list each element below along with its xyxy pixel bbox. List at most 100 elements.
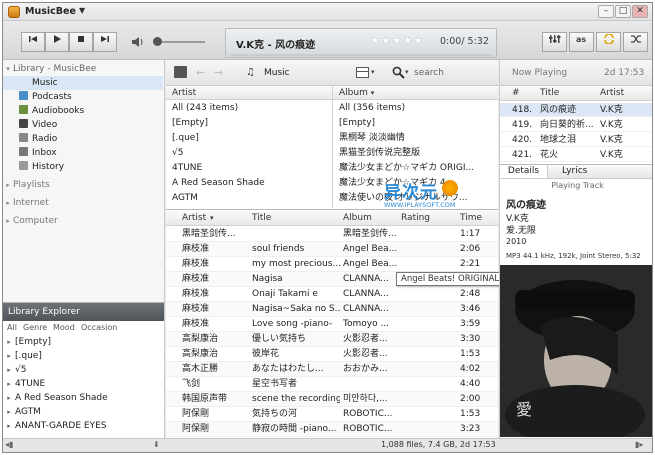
column-header-number[interactable]: # bbox=[512, 86, 520, 100]
table-row[interactable]: 高木正勝 あなたはわたし... おおかみ... 4:02 bbox=[166, 362, 498, 377]
list-item[interactable]: 黑猫圣剑传说完整版 bbox=[333, 147, 498, 160]
list-item[interactable]: AGTM bbox=[166, 192, 332, 205]
list-item[interactable]: 4TUNE bbox=[166, 162, 332, 175]
list-item[interactable]: All (356 items) bbox=[333, 102, 498, 115]
table-row[interactable]: 麻枝准 Love song -piano- Tomoyo ... 3:59 bbox=[166, 317, 498, 332]
sidebar-item-music[interactable]: Music bbox=[3, 76, 163, 90]
repeat-button[interactable] bbox=[596, 32, 621, 52]
musicbee-logo-icon[interactable] bbox=[8, 6, 20, 18]
volume-icon[interactable] bbox=[131, 35, 145, 52]
table-row[interactable]: 高梨康治 彼岸花 火影忍者... 1:53 bbox=[166, 347, 498, 362]
rating-stars[interactable]: ★★★★★ bbox=[370, 34, 424, 47]
table-row[interactable]: 阿保剛 気持ちの河 ROBOTIC... 1:53 bbox=[166, 407, 498, 422]
table-row[interactable]: 黑暗圣剑传... 黑暗圣剑传... 1:17 bbox=[166, 227, 498, 242]
table-row[interactable]: 麻枝准 my most precious... Angel Bea... 2:21 bbox=[166, 257, 498, 272]
list-item[interactable]: ▸ A Red Season Shade bbox=[3, 392, 164, 404]
expand-arrow-icon[interactable]: ▸ bbox=[3, 420, 15, 432]
expand-arrow-icon[interactable]: ▸ bbox=[3, 392, 15, 404]
right-panel-toggle-icon[interactable]: ▮▸ bbox=[635, 440, 643, 449]
sidebar-item-video[interactable]: Video bbox=[3, 118, 163, 132]
table-row[interactable]: 麻枝准 Onaji Takami e CLANNA... 2:48 bbox=[166, 287, 498, 302]
back-arrow-icon[interactable]: ← bbox=[196, 66, 205, 79]
sidebar-item-inbox[interactable]: Inbox bbox=[3, 146, 163, 160]
left-panel-toggle-icon[interactable]: ◂▮ bbox=[5, 440, 13, 449]
sidebar-section-computer[interactable]: ▸ Computer bbox=[3, 214, 163, 228]
table-row[interactable]: 麻枝准 Nagisa~Saka no S... CLANNA... 3:46 bbox=[166, 302, 498, 317]
column-header-artist[interactable]: Artist bbox=[182, 211, 206, 225]
volume-slider-knob[interactable] bbox=[153, 37, 162, 46]
sidebar-item-history[interactable]: History bbox=[3, 160, 163, 174]
list-item[interactable]: [Empty] bbox=[333, 117, 498, 130]
expand-arrow-icon[interactable]: ▸ bbox=[3, 406, 15, 418]
table-row[interactable]: 420. 地球之泪 V.K克 bbox=[500, 133, 652, 147]
list-item[interactable]: All (243 items) bbox=[166, 102, 332, 115]
equalizer-button[interactable] bbox=[542, 32, 567, 52]
list-item[interactable]: 黑桐琴 淡淡幽情 bbox=[333, 132, 498, 145]
forward-arrow-icon[interactable]: → bbox=[214, 66, 223, 79]
download-icon[interactable]: ⬇ bbox=[153, 440, 160, 449]
table-row[interactable]: 421. 花火 V.K克 bbox=[500, 148, 652, 162]
tab-genre[interactable]: Genre bbox=[23, 323, 47, 332]
expand-arrow-icon[interactable]: ▸ bbox=[3, 336, 15, 348]
stop-button[interactable] bbox=[69, 32, 93, 52]
search-icon[interactable] bbox=[392, 66, 405, 82]
table-row[interactable]: 飞剑 星空书写者 4:40 bbox=[166, 377, 498, 392]
tab-all[interactable]: All bbox=[7, 323, 17, 332]
table-row[interactable]: 高梨康治 優しい気持ち 火影忍者... 3:30 bbox=[166, 332, 498, 347]
list-item[interactable]: 魔法少女まどか☆マギカ ORIGI... bbox=[333, 162, 498, 175]
list-item[interactable]: ▸ [.que] bbox=[3, 350, 164, 362]
view-dropdown-chevron-icon[interactable]: ▾ bbox=[371, 68, 375, 76]
view-layout-icon[interactable] bbox=[356, 67, 369, 78]
sidebar-item-radio[interactable]: Radio bbox=[3, 132, 163, 146]
table-row[interactable]: 韩国原声带 scene the recording 미안하다,... 2:00 bbox=[166, 392, 498, 407]
column-header-artist[interactable]: Artist bbox=[600, 86, 624, 100]
list-item[interactable]: [Empty] bbox=[166, 117, 332, 130]
list-item[interactable]: [.que] bbox=[166, 132, 332, 145]
expand-arrow-icon[interactable]: ▸ bbox=[3, 350, 15, 362]
tab-lyrics[interactable]: Lyrics bbox=[562, 165, 587, 178]
seek-bar[interactable] bbox=[230, 54, 492, 56]
list-item[interactable]: ▸ 4TUNE bbox=[3, 378, 164, 390]
maximize-button[interactable]: □ bbox=[615, 5, 631, 18]
column-header-rating[interactable]: Rating bbox=[401, 211, 430, 225]
sidebar-section-playlists[interactable]: ▸ Playlists bbox=[3, 178, 163, 192]
tab-occasion[interactable]: Occasion bbox=[81, 323, 117, 332]
list-item[interactable]: ▸ ANANT-GARDE EYES bbox=[3, 420, 164, 432]
column-header-time[interactable]: Time bbox=[460, 211, 482, 225]
column-header-title[interactable]: Title bbox=[540, 86, 559, 100]
table-row[interactable]: 418. 风の痕迹 V.K克 bbox=[500, 103, 652, 117]
sidebar-item-audiobooks[interactable]: Audiobooks bbox=[3, 104, 163, 118]
tab-details[interactable]: Details bbox=[500, 165, 548, 178]
list-item[interactable]: ▸ √5 bbox=[3, 364, 164, 376]
shuffle-button[interactable] bbox=[623, 32, 648, 52]
table-row[interactable]: 麻枝准 soul friends Angel Bea... 2:06 bbox=[166, 242, 498, 257]
add-new-icon[interactable] bbox=[174, 66, 187, 78]
list-item[interactable]: ▸ AGTM bbox=[3, 406, 164, 418]
list-item[interactable]: A Red Season Shade bbox=[166, 177, 332, 190]
expand-arrow-icon[interactable]: ▸ bbox=[3, 196, 13, 210]
play-pause-button[interactable] bbox=[45, 32, 69, 52]
artist-filter-header[interactable]: Artist bbox=[166, 86, 332, 100]
album-filter-header[interactable]: Album ▾ bbox=[333, 86, 498, 100]
scrobble-button[interactable]: as bbox=[569, 32, 594, 52]
app-menu-chevron-icon[interactable]: ▼ bbox=[79, 6, 85, 15]
next-track-button[interactable] bbox=[93, 32, 117, 52]
expand-arrow-icon[interactable]: ▸ bbox=[3, 214, 13, 228]
table-row[interactable]: 419. 向日葵的祈... V.K克 bbox=[500, 118, 652, 132]
expand-arrow-icon[interactable]: ▸ bbox=[3, 178, 13, 192]
search-input[interactable]: search bbox=[414, 68, 484, 78]
collapse-arrow-icon[interactable]: ▾ bbox=[3, 62, 13, 76]
app-title[interactable]: MusicBee bbox=[25, 6, 76, 17]
column-header-album[interactable]: Album bbox=[343, 211, 372, 225]
search-options-chevron-icon[interactable]: ▾ bbox=[405, 68, 409, 76]
previous-track-button[interactable] bbox=[21, 32, 45, 52]
list-item[interactable]: √5 bbox=[166, 147, 332, 160]
table-row[interactable]: 阿保剛 静寂の時間 -piano... ROBOTIC... 3:23 bbox=[166, 422, 498, 437]
sidebar-section-internet[interactable]: ▸ Internet bbox=[3, 196, 163, 210]
minimize-button[interactable]: – bbox=[598, 5, 614, 18]
close-button[interactable]: ✕ bbox=[632, 5, 648, 18]
sidebar-item-podcasts[interactable]: Podcasts bbox=[3, 90, 163, 104]
library-header[interactable]: ▾ Library - MusicBee bbox=[3, 62, 163, 76]
tab-mood[interactable]: Mood bbox=[53, 323, 75, 332]
expand-arrow-icon[interactable]: ▸ bbox=[3, 378, 15, 390]
